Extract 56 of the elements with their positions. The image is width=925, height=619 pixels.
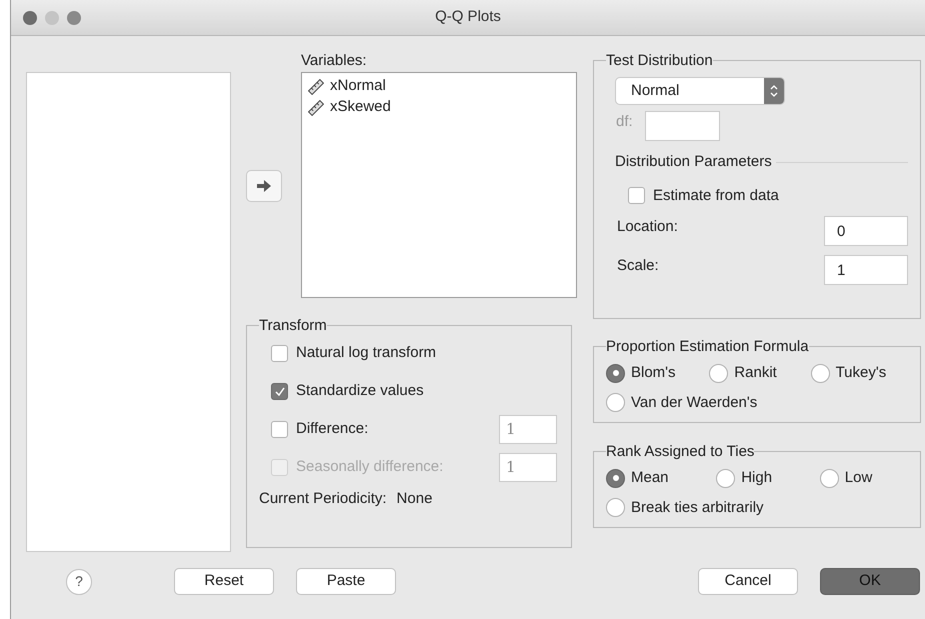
help-button[interactable]: ?: [66, 568, 92, 594]
number-input[interactable]: 1: [499, 414, 557, 444]
window-title: Q-Q Plots: [435, 7, 501, 28]
checkbox-label: Seasonally difference:: [296, 456, 444, 477]
arrow-right-icon: [256, 180, 272, 192]
variables-list[interactable]: xNormal xSkewed: [301, 72, 577, 298]
dialog-button[interactable]: OK: [820, 568, 920, 595]
checkmark-icon: [274, 386, 284, 396]
periodicity-label: Current Periodicity:: [259, 489, 387, 509]
minimize-icon[interactable]: [45, 11, 59, 25]
checkbox-label: Difference:: [296, 418, 368, 439]
checkbox[interactable]: [271, 382, 288, 400]
group-title: Proportion Estimation Formula: [606, 339, 809, 354]
checkbox[interactable]: [628, 187, 645, 204]
group-title: Test Distribution: [606, 53, 713, 68]
zoom-icon[interactable]: [67, 11, 81, 25]
radio-button[interactable]: [820, 468, 839, 488]
radio-button[interactable]: [709, 364, 728, 383]
checkbox[interactable]: [271, 420, 288, 438]
radio-label: High: [741, 468, 772, 488]
field-label: Location:: [617, 217, 678, 237]
section-title: Distribution Parameters: [615, 152, 772, 172]
group-title: Transform: [259, 318, 327, 333]
variable-item[interactable]: xSkewed: [330, 96, 391, 119]
radio-label: Break ties arbitrarily: [631, 498, 764, 518]
checkbox-label: Estimate from data: [653, 186, 779, 206]
chevron-up-down-icon: [770, 85, 778, 97]
group-title: Rank Assigned to Ties: [606, 444, 754, 459]
number-input[interactable]: 1: [824, 255, 908, 285]
radio-button[interactable]: [606, 364, 625, 383]
variable-item[interactable]: xNormal: [330, 75, 386, 98]
periodicity-value: None: [396, 489, 432, 509]
distribution-select[interactable]: Normal: [615, 77, 785, 105]
radio-label: Rankit: [734, 363, 777, 383]
number-input[interactable]: 0: [824, 216, 908, 246]
dialog-button[interactable]: Paste: [296, 568, 396, 595]
df-label: df:: [616, 112, 633, 132]
radio-label: Blom's: [631, 363, 676, 383]
field-label: Scale:: [617, 256, 659, 276]
checkbox-label: Standardize values: [296, 380, 424, 401]
radio-button[interactable]: [606, 393, 625, 412]
dialog-button[interactable]: Cancel: [698, 568, 798, 595]
radio-button[interactable]: [810, 364, 830, 383]
move-right-button[interactable]: [246, 170, 282, 202]
radio-label: Low: [844, 468, 872, 488]
close-icon[interactable]: [23, 11, 37, 25]
checkbox[interactable]: [271, 344, 288, 362]
radio-button[interactable]: [606, 468, 625, 488]
checkbox-label: Natural log transform: [296, 342, 436, 363]
radio-button[interactable]: [716, 468, 736, 488]
radio-label: Mean: [631, 468, 669, 488]
dialog-button[interactable]: Reset: [174, 568, 274, 595]
radio-label: Tukey's: [836, 363, 886, 383]
radio-label: Van der Waerden's: [631, 392, 758, 412]
radio-button[interactable]: [606, 498, 625, 518]
variables-label: Variables:: [301, 53, 368, 71]
